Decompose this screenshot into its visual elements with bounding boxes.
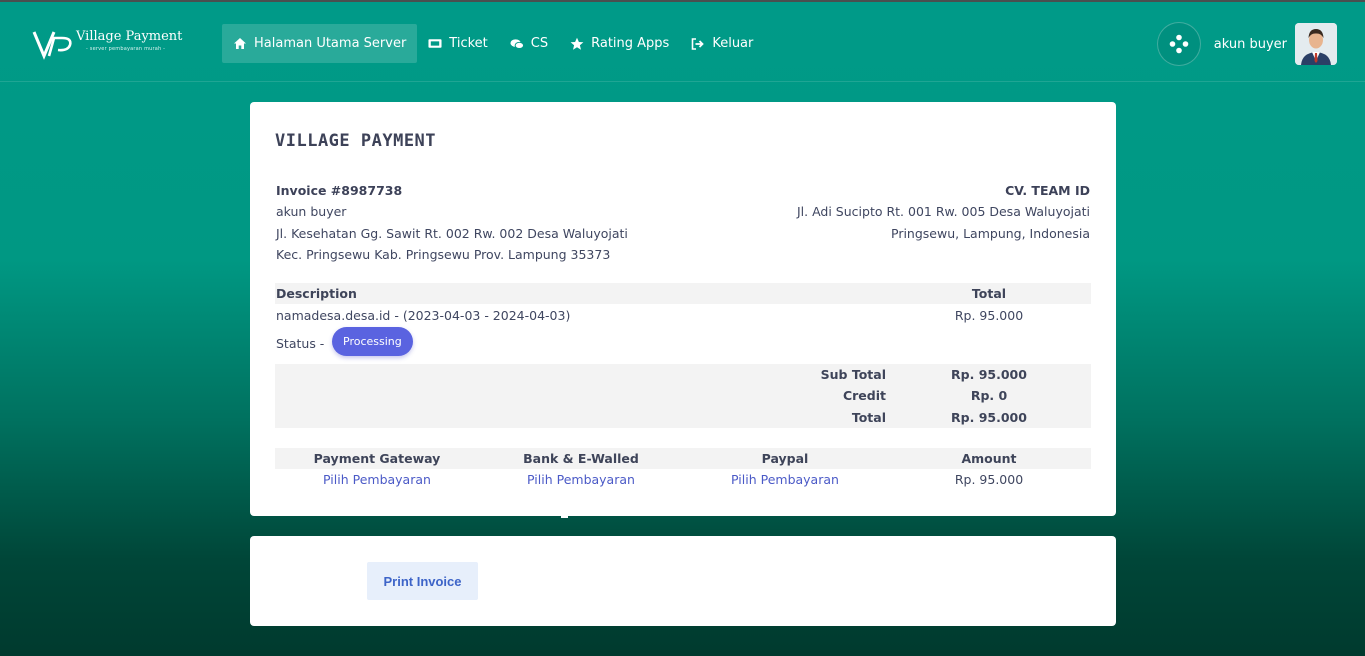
status-row: Status - Processing xyxy=(275,326,1091,358)
seller-address-line: Jl. Adi Sucipto Rt. 001 Rw. 005 Desa Wal… xyxy=(796,204,1090,220)
customer-address-line: Jl. Kesehatan Gg. Sawit Rt. 002 Rw. 002 … xyxy=(276,225,628,241)
billing-customer: Invoice #8987738 akun buyer Jl. Kesehata… xyxy=(276,180,628,265)
apps-button[interactable] xyxy=(1156,22,1201,66)
items-table-header: Description Total xyxy=(275,283,1091,304)
print-invoice-button[interactable]: Print Invoice xyxy=(367,562,478,600)
chat-icon xyxy=(510,37,524,51)
column-header-payment-gateway: Payment Gateway xyxy=(313,451,441,466)
user-name[interactable]: akun buyer xyxy=(1214,37,1287,52)
seller-address-line: Pringsewu, Lampung, Indonesia xyxy=(891,225,1090,241)
print-card: Print Invoice xyxy=(250,536,1116,626)
credit-label: Credit xyxy=(842,388,886,403)
subtotal-label: Sub Total xyxy=(820,367,886,382)
payment-gateway-link[interactable]: Pilih Pembayaran xyxy=(275,472,479,487)
user-avatar-icon xyxy=(1295,23,1337,65)
total-label: Total xyxy=(851,410,886,425)
billing-seller: CV. TEAM ID Jl. Adi Sucipto Rt. 001 Rw. … xyxy=(797,180,1090,244)
brand-logo[interactable]: Village Payment - server pembayaran mura… xyxy=(32,26,182,62)
total-value: Rp. 95.000 xyxy=(951,410,1027,425)
payment-row: Pilih Pembayaran Pilih Pembayaran Pilih … xyxy=(275,469,1091,491)
column-header-paypal: Paypal xyxy=(761,451,809,466)
nav-rating[interactable]: Rating Apps xyxy=(559,24,680,63)
credit-value: Rp. 0 xyxy=(970,388,1008,403)
column-header-amount: Amount xyxy=(961,451,1017,466)
customer-name: akun buyer xyxy=(276,204,347,220)
avatar[interactable] xyxy=(1295,23,1337,65)
brand-name: Village Payment xyxy=(76,29,183,44)
status-label: Status - xyxy=(276,336,325,351)
invoice-card: VILLAGE PAYMENT Invoice #8987738 akun bu… xyxy=(250,102,1116,516)
invoice-company-title: VILLAGE PAYMENT xyxy=(275,131,437,151)
item-total: Rp. 95.000 xyxy=(954,308,1024,323)
vp-logo-icon xyxy=(32,31,72,60)
paypal-link[interactable]: Pilih Pembayaran xyxy=(683,472,887,487)
column-header-bank: Bank & E-Walled xyxy=(523,451,639,466)
nav-label: Rating Apps xyxy=(591,36,670,51)
grid-dots-icon xyxy=(1169,34,1189,54)
customer-address-line: Kec. Pringsewu Kab. Pringsewu Prov. Lamp… xyxy=(276,246,611,262)
home-icon xyxy=(233,37,247,51)
invoice-number: Invoice #8987738 xyxy=(276,183,403,198)
star-icon xyxy=(570,37,584,51)
subtotal-value: Rp. 95.000 xyxy=(951,367,1027,382)
status-badge: Processing xyxy=(332,327,413,356)
nav-ticket[interactable]: Ticket xyxy=(417,24,498,63)
seller-name: CV. TEAM ID xyxy=(1005,183,1090,198)
nav-label: CS xyxy=(530,36,549,51)
nav-home[interactable]: Halaman Utama Server xyxy=(222,24,418,63)
brand-tagline: - server pembayaran murah - xyxy=(86,46,166,52)
nav-label: Ticket xyxy=(449,36,488,51)
payment-amount: Rp. 95.000 xyxy=(954,472,1024,487)
nav-label: Halaman Utama Server xyxy=(254,36,407,51)
column-header-total: Total xyxy=(971,286,1007,301)
bank-ewallet-link[interactable]: Pilih Pembayaran xyxy=(479,472,683,487)
user-menu: akun buyer xyxy=(1156,22,1337,66)
top-navbar: Village Payment - server pembayaran mura… xyxy=(0,0,1365,82)
nav-label: Keluar xyxy=(712,36,754,51)
main-nav: Halaman Utama Server Ticket CS Rating Ap… xyxy=(222,24,764,63)
table-row: namadesa.desa.id - (2023-04-03 - 2024-04… xyxy=(275,304,1091,328)
logout-icon xyxy=(691,37,705,51)
nav-logout[interactable]: Keluar xyxy=(680,24,764,63)
divider-mark xyxy=(561,514,568,518)
payment-table-header: Payment Gateway Bank & E-Walled Paypal A… xyxy=(275,448,1091,469)
nav-cs[interactable]: CS xyxy=(499,24,559,63)
column-header-description: Description xyxy=(276,286,357,301)
totals-block: Sub Total Rp. 95.000 Credit Rp. 0 Total … xyxy=(275,364,1091,428)
item-description: namadesa.desa.id - (2023-04-03 - 2024-04… xyxy=(276,308,571,323)
ticket-icon xyxy=(428,37,442,51)
